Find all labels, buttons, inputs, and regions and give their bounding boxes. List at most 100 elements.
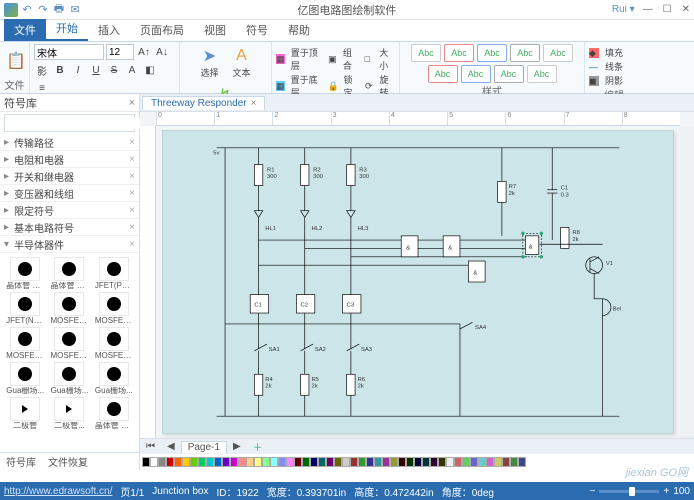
color-swatch[interactable] [510, 457, 518, 467]
symbol-palette-scroll[interactable]: 晶体管 PNP 晶体管 NPN JFET(PNP) JFET(NPN) MOSF… [0, 253, 139, 452]
symbol-item[interactable]: MOSFET... [93, 327, 135, 360]
color-swatch[interactable] [382, 457, 390, 467]
document-tab[interactable]: Threeway Responder× [142, 96, 265, 110]
shadow-button[interactable]: 阴影 [605, 74, 623, 87]
symbol-item[interactable]: Gua栅场... [93, 362, 135, 395]
symbol-item[interactable]: 二极管... [48, 397, 90, 430]
symbol-item[interactable]: MOSFET(N) [93, 292, 135, 325]
font-color-button[interactable]: A [124, 62, 140, 78]
color-swatch[interactable] [222, 457, 230, 467]
color-swatch[interactable] [262, 457, 270, 467]
drawing-page[interactable]: 5v R1300 HL1 R2300 HL2 [162, 130, 674, 434]
user-label[interactable]: Rui ▾ [612, 4, 635, 15]
color-swatch[interactable] [366, 457, 374, 467]
color-swatch[interactable] [414, 457, 422, 467]
color-swatch[interactable] [358, 457, 366, 467]
category-item[interactable]: ▸基本电路符号× [0, 219, 139, 236]
symbol-item[interactable]: 晶体管 PNP [4, 257, 46, 290]
symbol-item[interactable]: JFET(PNP) [93, 257, 135, 290]
style-swatch-4[interactable]: Abc [510, 44, 540, 62]
color-swatch[interactable] [494, 457, 502, 467]
color-swatch[interactable] [374, 457, 382, 467]
symbol-item[interactable]: Gua栅场... [4, 362, 46, 395]
color-swatch[interactable] [150, 457, 158, 467]
strike-button[interactable]: S [106, 62, 122, 78]
color-swatch[interactable] [302, 457, 310, 467]
symbol-item[interactable]: MOSFET... [48, 327, 90, 360]
color-swatch[interactable] [518, 457, 526, 467]
vertical-scrollbar[interactable] [680, 126, 694, 438]
font-size-select[interactable] [106, 44, 134, 60]
tab-file[interactable]: 文件 [4, 19, 46, 41]
highlight-button[interactable]: ◧ [142, 62, 158, 78]
category-item[interactable]: ▸变压器和线组× [0, 185, 139, 202]
color-swatch[interactable] [326, 457, 334, 467]
grow-font-button[interactable]: A↑ [136, 44, 152, 60]
color-swatch[interactable] [398, 457, 406, 467]
color-swatch[interactable] [270, 457, 278, 467]
symbol-item[interactable]: 晶体管 NPN [48, 257, 90, 290]
tab-help[interactable]: 帮助 [278, 19, 320, 41]
symbol-item[interactable]: 二极管 [4, 397, 46, 430]
effect-button[interactable]: 影 [34, 62, 50, 78]
category-item[interactable]: ▾半导体器件× [0, 236, 139, 253]
size-button[interactable]: 大小 [379, 46, 395, 72]
close-tab-icon[interactable]: × [251, 98, 257, 109]
color-swatch[interactable] [294, 457, 302, 467]
bold-button[interactable]: B [52, 62, 68, 78]
color-swatch[interactable] [310, 457, 318, 467]
close-button[interactable]: ✕ [682, 4, 690, 15]
category-item[interactable]: ▸开关和继电器× [0, 168, 139, 185]
tab-view[interactable]: 视图 [194, 19, 236, 41]
maximize-button[interactable]: ☐ [663, 4, 672, 15]
print-button[interactable]: 🖶 [52, 3, 66, 17]
color-swatch[interactable] [406, 457, 414, 467]
color-swatch[interactable] [390, 457, 398, 467]
style-swatch-7[interactable]: Abc [461, 65, 491, 83]
color-swatch[interactable] [350, 457, 358, 467]
sidebar-close-icon[interactable]: × [129, 97, 135, 109]
fill-button[interactable]: 填充 [605, 46, 623, 59]
category-item[interactable]: ▸传输路径× [0, 134, 139, 151]
page-nav-first[interactable]: ⏮ [140, 441, 161, 452]
color-swatch[interactable] [174, 457, 182, 467]
category-item[interactable]: ▸限定符号× [0, 202, 139, 219]
tab-insert[interactable]: 插入 [88, 19, 130, 41]
category-item[interactable]: ▸电阻和电器× [0, 151, 139, 168]
color-swatch[interactable] [422, 457, 430, 467]
color-swatch[interactable] [254, 457, 262, 467]
symbol-item[interactable]: MOSFET(P) [48, 292, 90, 325]
color-swatch[interactable] [430, 457, 438, 467]
vendor-link[interactable]: http://www.edrawsoft.cn/ [4, 486, 112, 497]
symbol-search[interactable]: 🔍 [4, 114, 135, 132]
symbol-item[interactable]: JFET(NPN) [4, 292, 46, 325]
symbol-search-input[interactable] [5, 118, 141, 129]
color-swatch[interactable] [182, 457, 190, 467]
undo-button[interactable]: ↶ [20, 3, 34, 17]
color-swatch[interactable] [158, 457, 166, 467]
minimize-button[interactable]: — [643, 4, 653, 15]
shrink-font-button[interactable]: A↓ [154, 44, 170, 60]
page-nav-next[interactable]: ▶ [227, 441, 247, 452]
color-swatch[interactable] [446, 457, 454, 467]
color-swatch[interactable] [214, 457, 222, 467]
color-swatch[interactable] [454, 457, 462, 467]
text-tool-button[interactable]: A文本 [227, 44, 257, 81]
color-swatch[interactable] [342, 457, 350, 467]
style-swatch-2[interactable]: Abc [444, 44, 474, 62]
color-swatch[interactable] [230, 457, 238, 467]
redo-button[interactable]: ↷ [36, 3, 50, 17]
group-button[interactable]: 组合 [343, 46, 359, 72]
select-tool-button[interactable]: ➤选择 [195, 44, 225, 81]
color-swatch[interactable] [470, 457, 478, 467]
color-swatch[interactable] [198, 457, 206, 467]
style-swatch-5[interactable]: Abc [543, 44, 573, 62]
style-swatch-8[interactable]: Abc [494, 65, 524, 83]
bring-front-button[interactable]: 置于顶层 [291, 46, 322, 72]
color-swatch[interactable] [206, 457, 214, 467]
tab-symbol[interactable]: 符号 [236, 19, 278, 41]
zoom-in-button[interactable]: + [663, 486, 669, 497]
color-swatch[interactable] [334, 457, 342, 467]
color-swatch[interactable] [478, 457, 486, 467]
color-swatch[interactable] [318, 457, 326, 467]
